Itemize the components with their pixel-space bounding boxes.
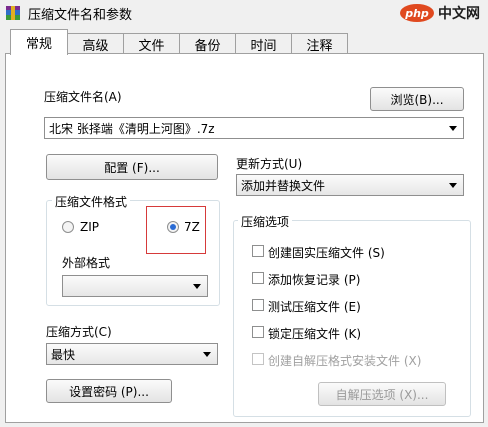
external-format-select[interactable] xyxy=(62,275,208,297)
solid-archive-checkbox[interactable] xyxy=(252,245,264,257)
config-button[interactable]: 配置 (F)... xyxy=(46,154,218,180)
config-label: 配置 (F)... xyxy=(104,160,160,175)
format-group-title: 压缩文件格式 xyxy=(52,193,131,210)
chevron-down-icon[interactable] xyxy=(203,352,211,357)
sfx-options-button[interactable]: 自解压选项 (X)... xyxy=(318,382,446,406)
tab-comment[interactable]: 注释 xyxy=(291,33,348,54)
tab-label: 时间 xyxy=(250,38,277,54)
7z-radio[interactable] xyxy=(167,221,179,233)
chevron-down-icon[interactable] xyxy=(449,126,457,131)
archive-name-value: 北宋 张择端《清明上河图》.7z xyxy=(49,121,215,136)
lock-archive-checkbox[interactable] xyxy=(252,326,264,338)
chevron-down-icon[interactable] xyxy=(449,183,457,188)
watermark-text: 中文网 xyxy=(438,6,480,22)
test-archive-checkbox[interactable] xyxy=(252,299,264,311)
external-format-label: 外部格式 xyxy=(62,256,111,270)
php-logo: php xyxy=(400,4,434,22)
window-title: 压缩文件名和参数 xyxy=(28,8,133,23)
tab-general[interactable]: 常规 xyxy=(10,29,68,55)
7z-label: 7Z xyxy=(184,220,200,234)
tab-label: 注释 xyxy=(306,38,333,54)
zip-radio[interactable] xyxy=(62,221,74,233)
zip-label: ZIP xyxy=(80,220,99,234)
test-archive-label: 测试压缩文件 (E) xyxy=(268,300,361,314)
browse-label: 浏览(B)... xyxy=(390,92,444,107)
watermark: php 中文网 xyxy=(400,3,480,23)
method-value: 最快 xyxy=(51,347,76,362)
tab-time[interactable]: 时间 xyxy=(235,33,292,54)
options-group-title: 压缩选项 xyxy=(238,213,293,230)
tab-label: 文件 xyxy=(138,38,165,54)
create-sfx-checkbox[interactable] xyxy=(252,353,264,365)
recovery-record-label: 添加恢复记录 (P) xyxy=(268,273,361,287)
tab-files[interactable]: 文件 xyxy=(123,33,180,54)
update-mode-label: 更新方式(U) xyxy=(236,157,303,171)
update-mode-value: 添加并替换文件 xyxy=(241,178,326,193)
archive-name-combo[interactable]: 北宋 张择端《清明上河图》.7z xyxy=(44,117,464,139)
solid-archive-label: 创建固实压缩文件 (S) xyxy=(268,246,385,260)
method-select[interactable]: 最快 xyxy=(46,343,218,365)
tab-label: 常规 xyxy=(25,37,52,52)
recovery-record-checkbox[interactable] xyxy=(252,272,264,284)
browse-button[interactable]: 浏览(B)... xyxy=(370,87,464,111)
method-label: 压缩方式(C) xyxy=(46,325,112,339)
tab-label: 备份 xyxy=(194,38,221,54)
password-label: 设置密码 (P)... xyxy=(69,384,149,399)
archive-name-label: 压缩文件名(A) xyxy=(44,90,122,104)
chevron-down-icon[interactable] xyxy=(193,284,201,289)
set-password-button[interactable]: 设置密码 (P)... xyxy=(46,379,172,403)
tab-advanced[interactable]: 高级 xyxy=(67,33,124,54)
update-mode-select[interactable]: 添加并替换文件 xyxy=(236,174,464,196)
tab-backup[interactable]: 备份 xyxy=(179,33,236,54)
sfx-options-label: 自解压选项 (X)... xyxy=(335,387,429,402)
create-sfx-label: 创建自解压格式安装文件 (X) xyxy=(268,354,422,368)
tab-label: 高级 xyxy=(82,38,109,54)
lock-archive-label: 锁定压缩文件 (K) xyxy=(268,327,362,341)
title-bar: 压缩文件名和参数 php 中文网 xyxy=(0,0,488,26)
winrar-icon xyxy=(6,6,20,20)
